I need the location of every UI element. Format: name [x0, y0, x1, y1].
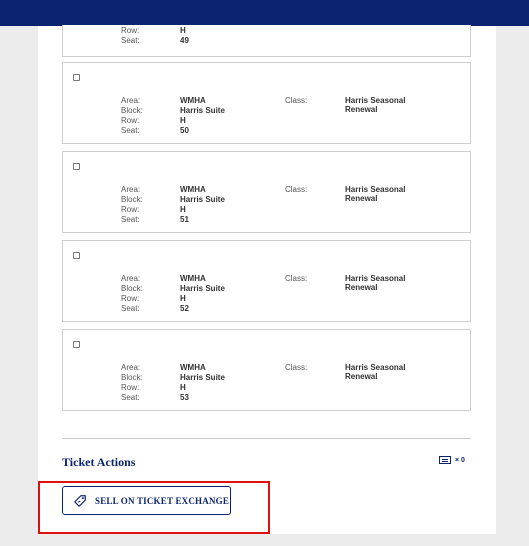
ticket-select-checkbox[interactable]	[73, 341, 80, 348]
class-value: Harris Seasonal Renewal	[345, 185, 406, 203]
ticket-card: Area: WMHA Block: Harris Suite Row: H Se…	[62, 151, 471, 233]
area-value: WMHA	[180, 185, 206, 194]
seat-label: Seat:	[121, 393, 140, 402]
block-label: Block:	[121, 106, 143, 115]
ticket-select-checkbox[interactable]	[73, 74, 80, 81]
class-label: Class:	[285, 185, 308, 194]
block-label: Block:	[121, 284, 143, 293]
ticket-card: Area: WMHA Block: Harris Suite Row: H Se…	[62, 62, 471, 144]
ticket-select-checkbox[interactable]	[73, 163, 80, 170]
block-value: Harris Suite	[180, 106, 225, 115]
seat-value: 49	[180, 36, 189, 45]
class-label: Class:	[285, 363, 308, 372]
section-divider	[62, 438, 471, 439]
top-navigation-bar	[0, 0, 529, 26]
ticket-select-checkbox[interactable]	[73, 252, 80, 259]
row-label: Row:	[121, 116, 140, 125]
ticket-list-panel: Row: H Seat: 49 Area: WMHA Block: Harris…	[38, 25, 496, 534]
block-value: Harris Suite	[180, 284, 225, 293]
area-label: Area:	[121, 363, 141, 372]
seat-value: 53	[180, 393, 189, 402]
area-label: Area:	[121, 274, 141, 283]
seat-label: Seat:	[121, 304, 140, 313]
area-label: Area:	[121, 96, 141, 105]
selected-count-value: × 0	[455, 456, 465, 464]
seat-label: Seat:	[121, 215, 140, 224]
row-label: Row:	[121, 26, 140, 35]
row-label: Row:	[121, 205, 140, 214]
sell-button-label: SELL ON TICKET EXCHANGE	[95, 495, 230, 506]
block-label: Block:	[121, 373, 143, 382]
row-label: Row:	[121, 294, 140, 303]
block-value: Harris Suite	[180, 195, 225, 204]
class-label: Class:	[285, 96, 308, 105]
tag-icon	[74, 494, 86, 507]
seat-label: Seat:	[121, 36, 140, 45]
seat-label: Seat:	[121, 126, 140, 135]
ticket-card-partial: Row: H Seat: 49	[62, 25, 471, 57]
selected-ticket-count: × 0	[439, 456, 465, 464]
class-value: Harris Seasonal Renewal	[345, 274, 406, 292]
seat-value: 50	[180, 126, 189, 135]
ticket-icon	[439, 456, 451, 464]
sell-on-ticket-exchange-button[interactable]: SELL ON TICKET EXCHANGE	[62, 486, 231, 515]
ticket-card: Area: WMHA Block: Harris Suite Row: H Se…	[62, 329, 471, 411]
ticket-actions-title: Ticket Actions	[62, 455, 136, 469]
class-value: Harris Seasonal Renewal	[345, 363, 406, 381]
row-label: Row:	[121, 383, 140, 392]
class-value: Harris Seasonal Renewal	[345, 96, 406, 114]
row-value: H	[180, 26, 186, 35]
row-value: H	[180, 294, 186, 303]
area-value: WMHA	[180, 363, 206, 372]
area-label: Area:	[121, 185, 141, 194]
class-label: Class:	[285, 274, 308, 283]
row-value: H	[180, 116, 186, 125]
ticket-card: Area: WMHA Block: Harris Suite Row: H Se…	[62, 240, 471, 322]
row-value: H	[180, 383, 186, 392]
area-value: WMHA	[180, 96, 206, 105]
area-value: WMHA	[180, 274, 206, 283]
block-label: Block:	[121, 195, 143, 204]
seat-value: 52	[180, 304, 189, 313]
row-value: H	[180, 205, 186, 214]
block-value: Harris Suite	[180, 373, 225, 382]
seat-value: 51	[180, 215, 189, 224]
